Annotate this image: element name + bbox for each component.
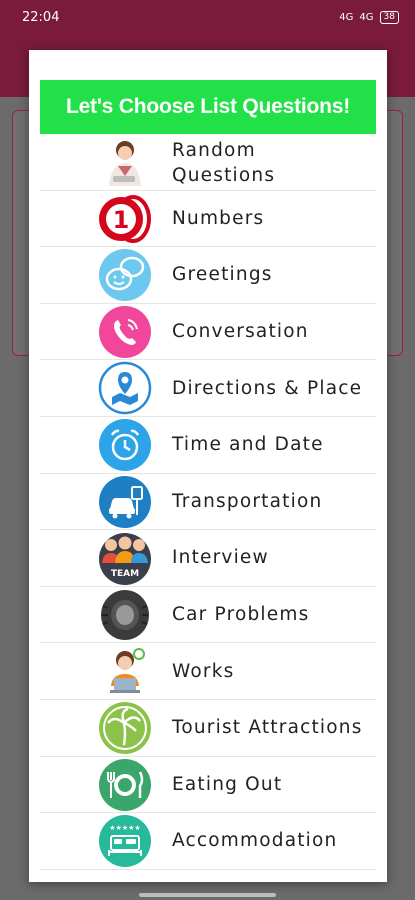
list-item-label: Directions & Place (172, 377, 363, 399)
worker-laptop-icon (97, 645, 153, 697)
list-item-label: Tourist Attractions (172, 717, 363, 739)
alarm-clock-icon (97, 418, 153, 471)
question-list: Random Questions 1 Numbers Greetings Con… (40, 134, 376, 870)
label-line-1: Random (172, 140, 256, 161)
list-item-car-problems[interactable]: Car Problems (40, 587, 376, 644)
list-item-eating-out[interactable]: Eating Out (40, 757, 376, 814)
list-item-transportation[interactable]: Transportation (40, 474, 376, 531)
plate-cutlery-icon (97, 758, 153, 811)
signal-icon: 4G (339, 11, 354, 23)
list-item-label: Eating Out (172, 773, 283, 795)
status-bar: 22:04 4G 4G 38 (0, 0, 415, 34)
list-item-greetings[interactable]: Greetings (40, 247, 376, 304)
team-label: TEAM (111, 569, 139, 579)
team-icon: TEAM (97, 532, 153, 586)
list-item-label: Accommodation (172, 830, 338, 852)
tire-icon (97, 589, 153, 641)
map-pin-icon (97, 362, 153, 415)
signal-icon-2: 4G (359, 11, 374, 23)
list-item-random-questions[interactable]: Random Questions (40, 134, 376, 191)
phone-icon (97, 305, 153, 358)
list-item-numbers[interactable]: 1 Numbers (40, 191, 376, 248)
list-item-tourist-attractions[interactable]: Tourist Attractions (40, 700, 376, 757)
list-item-time-date[interactable]: Time and Date (40, 417, 376, 474)
label-line-2: Questions (172, 165, 276, 186)
bed-icon: ★★★★★ (97, 815, 153, 868)
list-item-label: Car Problems (172, 604, 310, 626)
list-item-conversation[interactable]: Conversation (40, 304, 376, 361)
list-item-label: Works (172, 660, 235, 682)
battery-icon: 38 (379, 10, 399, 24)
svg-text:★★★★★: ★★★★★ (109, 824, 140, 832)
palm-icon (97, 701, 153, 754)
list-item-directions-place[interactable]: Directions & Place (40, 360, 376, 417)
list-item-interview[interactable]: TEAM Interview (40, 530, 376, 587)
list-item-accommodation[interactable]: ★★★★★ Accommodation (40, 813, 376, 870)
status-icons: 4G 4G 38 (339, 10, 399, 24)
list-item-label: Transportation (172, 490, 323, 512)
list-item-label: Time and Date (172, 434, 324, 456)
car-parking-icon (97, 475, 153, 528)
svg-text:1: 1 (113, 206, 130, 234)
number-one-icon: 1 (97, 193, 153, 245)
chat-bubbles-icon (97, 249, 153, 302)
gesture-handle (139, 893, 276, 897)
dialog-title: Let's Choose List Questions! (40, 80, 376, 134)
status-time: 22:04 (22, 9, 60, 25)
woman-avatar-icon (97, 136, 153, 188)
choose-list-dialog: Let's Choose List Questions! Random Ques… (29, 50, 387, 882)
list-item-label: Random Questions (172, 138, 275, 188)
list-item-label: Conversation (172, 321, 309, 343)
list-item-label: Greetings (172, 264, 273, 286)
list-item-works[interactable]: Works (40, 643, 376, 700)
list-item-label: Numbers (172, 207, 265, 229)
list-item-label: Interview (172, 547, 269, 569)
